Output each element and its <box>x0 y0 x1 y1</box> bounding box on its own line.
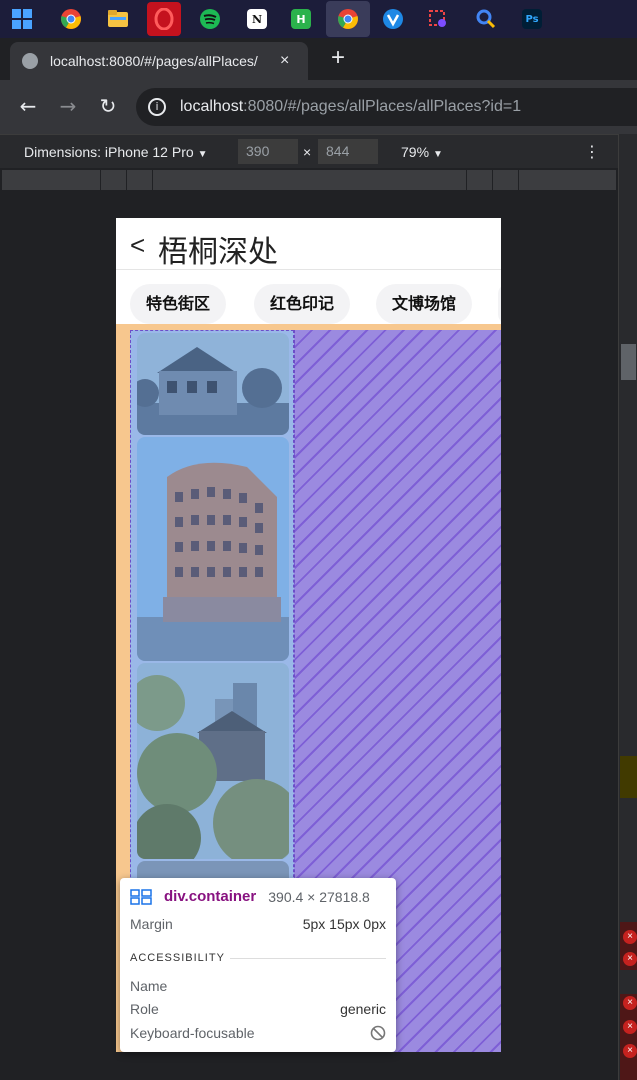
ruler-segment[interactable] <box>518 170 519 190</box>
place-photo[interactable] <box>137 333 289 435</box>
globe-icon <box>22 53 38 69</box>
page-title: 梧桐深处 <box>158 235 278 270</box>
tab-category-3[interactable]: 文博场馆 <box>376 284 473 324</box>
zoom-label: 79% <box>401 143 430 160</box>
height-input[interactable]: 844 <box>318 139 378 164</box>
category-tabs: 特色街区 红色印记 文博场馆 <box>116 276 501 324</box>
focusable-row: Keyboard-focusable <box>130 1025 386 1041</box>
file-explorer-icon[interactable] <box>104 5 132 33</box>
app-header: < 梧桐深处 <box>116 218 501 270</box>
snipping-icon[interactable] <box>424 5 452 33</box>
caret-down-icon: ▼ <box>197 148 208 160</box>
not-allowed-icon <box>370 1025 386 1041</box>
opera-icon[interactable] <box>147 2 181 36</box>
divider <box>230 958 386 959</box>
name-row: Name <box>130 978 386 994</box>
url-path: :8080/#/pages/allPlaces/allPlaces?id=1 <box>243 98 522 115</box>
browser-toolbar: ← → ↻ i localhost:8080/#/pages/allPlaces… <box>0 80 637 134</box>
chrome-active-icon[interactable] <box>326 1 370 37</box>
back-arrow-icon[interactable]: ← <box>16 94 40 118</box>
name-label: Name <box>130 978 168 994</box>
hbuilder-icon[interactable]: H <box>287 5 315 33</box>
url-text[interactable]: localhost:8080/#/pages/allPlaces/allPlac… <box>180 98 521 116</box>
focusable-label: Keyboard-focusable <box>130 1025 255 1041</box>
error-icon: × <box>623 1044 637 1058</box>
new-tab-button[interactable]: + <box>326 46 350 70</box>
tooltip-header: div.container 390.4 × 27818.8 <box>130 888 386 905</box>
search-app-icon[interactable] <box>472 5 500 33</box>
browser-tab[interactable]: localhost:8080/#/pages/allPlaces/ × <box>10 42 308 80</box>
zoom-selector[interactable]: 79% ▼ <box>401 144 443 160</box>
device-label: Dimensions: iPhone 12 Pro <box>24 143 194 160</box>
more-options-icon[interactable]: ⋮ <box>584 142 600 162</box>
ruler-segment[interactable] <box>126 170 127 190</box>
notion-icon[interactable]: N <box>243 5 271 33</box>
margin-label: Margin <box>130 916 173 932</box>
caret-down-icon: ▼ <box>433 148 443 160</box>
error-icon: × <box>623 952 637 966</box>
forward-arrow-icon[interactable]: → <box>56 94 80 118</box>
media-query-ruler <box>2 170 616 190</box>
tab-category-1[interactable]: 特色街区 <box>130 284 227 324</box>
error-icon: × <box>623 996 637 1010</box>
ruler-segment[interactable] <box>152 170 153 190</box>
width-input[interactable]: 390 <box>238 139 298 164</box>
margin-row: Margin 5px 15px 0px <box>130 916 386 932</box>
element-selector: div.container <box>164 888 257 905</box>
place-photo[interactable] <box>137 437 289 661</box>
windows-start-icon[interactable] <box>8 5 36 33</box>
tab-title: localhost:8080/#/pages/allPlaces/ <box>50 53 258 69</box>
address-bar[interactable]: i localhost:8080/#/pages/allPlaces/allPl… <box>136 88 637 126</box>
reload-icon[interactable]: ↻ <box>96 94 120 118</box>
chrome-icon[interactable] <box>57 5 85 33</box>
ruler-segment[interactable] <box>492 170 493 190</box>
url-host: localhost <box>180 98 244 115</box>
tab-category-overflow[interactable] <box>498 284 501 324</box>
role-row: Role generic <box>130 1001 386 1017</box>
error-icon: × <box>623 1020 637 1034</box>
element-size: 390.4 × 27818.8 <box>268 888 370 905</box>
device-selector[interactable]: Dimensions: iPhone 12 Pro ▼ <box>24 144 208 160</box>
role-label: Role <box>130 1001 159 1017</box>
place-photo[interactable] <box>137 663 289 859</box>
flex-layout-icon <box>130 888 152 905</box>
site-info-icon[interactable]: i <box>148 98 166 116</box>
ruler-segment[interactable] <box>466 170 467 190</box>
devtools-side-panel: × × × × × <box>618 134 637 1080</box>
device-toolbar: Dimensions: iPhone 12 Pro ▼ 390 × 844 79%… <box>0 134 618 168</box>
inspector-tooltip: div.container 390.4 × 27818.8 Margin 5px… <box>120 878 396 1052</box>
tab-category-2[interactable]: 红色印记 <box>254 284 351 324</box>
panel-scrollbar[interactable] <box>621 344 636 380</box>
accessibility-header: ACCESSIBILITY <box>130 952 225 964</box>
warning-row <box>620 756 637 798</box>
vscode-alt-icon[interactable] <box>379 5 407 33</box>
margin-value: 5px 15px 0px <box>302 916 386 932</box>
tab-close-icon[interactable]: × <box>280 52 289 70</box>
photoshop-icon[interactable]: Ps <box>518 5 546 33</box>
browser-tab-strip: localhost:8080/#/pages/allPlaces/ × <box>0 38 637 80</box>
times-label: × <box>303 143 312 160</box>
error-icon: × <box>623 930 637 944</box>
os-taskbar: N H Ps <box>0 0 637 38</box>
spotify-icon[interactable] <box>196 5 224 33</box>
ruler-segment[interactable] <box>100 170 101 190</box>
role-value: generic <box>340 1001 386 1017</box>
back-chevron-icon[interactable]: < <box>130 232 150 258</box>
